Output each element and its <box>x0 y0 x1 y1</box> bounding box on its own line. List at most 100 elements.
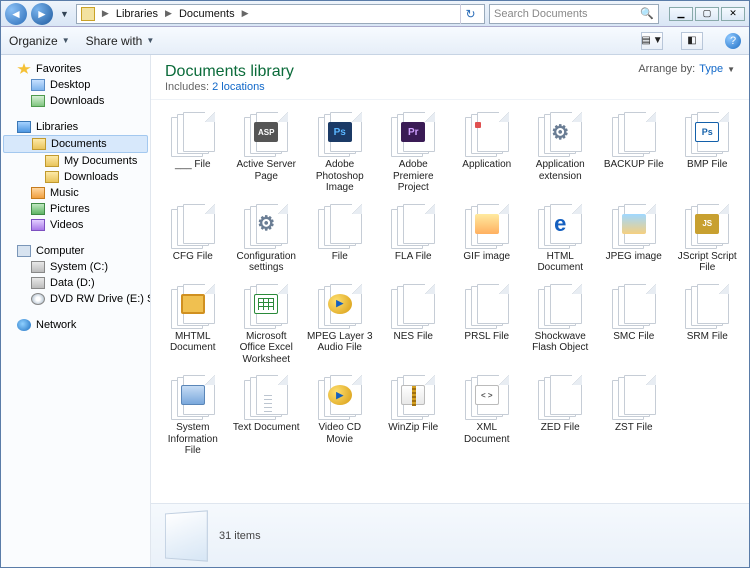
file-icon <box>685 284 729 328</box>
file-icon <box>244 284 288 328</box>
file-label: JScript Script File <box>673 251 741 274</box>
breadcrumb-documents[interactable]: Documents <box>179 8 235 20</box>
nav-libraries[interactable]: Libraries <box>3 119 148 135</box>
file-item[interactable]: Video CD Movie <box>304 373 376 459</box>
file-icon <box>612 284 656 328</box>
nav-downloads[interactable]: Downloads <box>3 93 148 109</box>
nav-desktop[interactable]: Desktop <box>3 77 148 93</box>
refresh-button[interactable]: ↻ <box>460 4 480 24</box>
nav-lib-downloads[interactable]: Downloads <box>3 169 148 185</box>
file-item[interactable]: NES File <box>378 282 450 368</box>
nav-favorites[interactable]: Favorites <box>3 61 148 77</box>
file-item[interactable]: File <box>304 202 376 276</box>
mht-badge-icon <box>181 294 205 314</box>
file-item[interactable]: CFG File <box>157 202 229 276</box>
nav-documents[interactable]: Documents <box>3 135 148 153</box>
history-dropdown[interactable]: ▼ <box>57 9 72 19</box>
file-item[interactable]: MPEG Layer 3 Audio File <box>304 282 376 368</box>
file-label: ZST File <box>615 422 653 434</box>
search-icon: 🔍 <box>640 7 654 20</box>
nav-pictures[interactable]: Pictures <box>3 201 148 217</box>
file-item[interactable]: Shockwave Flash Object <box>525 282 597 368</box>
command-bar: Organize▼ Share with▼ ▤ ▼ ◧ ? <box>1 27 749 55</box>
file-item[interactable]: ZED File <box>525 373 597 459</box>
includes-link[interactable]: 2 locations <box>212 81 265 93</box>
nav-drive-e[interactable]: DVD RW Drive (E:) Sof <box>3 291 148 307</box>
address-bar[interactable]: ▶ Libraries ▶ Documents ▶ ↻ <box>76 4 485 24</box>
breadcrumb-libraries[interactable]: Libraries <box>116 8 158 20</box>
preview-pane-button[interactable]: ◧ <box>681 32 703 50</box>
share-with-menu[interactable]: Share with▼ <box>86 34 155 48</box>
arrange-by[interactable]: Arrange by: Type ▼ <box>638 63 735 75</box>
file-item[interactable]: JSJScript Script File <box>672 202 744 276</box>
file-item[interactable]: System Information File <box>157 373 229 459</box>
chevron-icon[interactable]: ▶ <box>99 8 112 19</box>
search-box[interactable]: Search Documents 🔍 <box>489 4 659 24</box>
file-item[interactable]: ⚙Configuration settings <box>231 202 303 276</box>
chevron-icon[interactable]: ▶ <box>239 8 252 19</box>
close-button[interactable]: ✕ <box>721 7 745 21</box>
file-item[interactable]: PsBMP File <box>672 110 744 196</box>
change-view-button[interactable]: ▤ ▼ <box>641 32 663 50</box>
nav-music[interactable]: Music <box>3 185 148 201</box>
nav-videos[interactable]: Videos <box>3 217 148 233</box>
search-placeholder: Search Documents <box>494 8 588 20</box>
file-item[interactable]: ⚙Application extension <box>525 110 597 196</box>
file-item[interactable]: PRSL File <box>451 282 523 368</box>
file-label: Application <box>462 159 511 171</box>
file-item[interactable]: Text Document <box>231 373 303 459</box>
file-label: GIF image <box>463 251 510 263</box>
files-grid: ___ File ASPActive Server PagePsAdobe Pho… <box>151 100 749 503</box>
file-label: JPEG image <box>606 251 662 263</box>
file-item[interactable]: eHTML Document <box>525 202 597 276</box>
maximize-button[interactable]: ▢ <box>695 7 719 21</box>
pr-badge-icon: Pr <box>401 122 425 142</box>
file-item[interactable]: WinZip File <box>378 373 450 459</box>
file-icon: ⚙ <box>538 112 582 156</box>
back-button[interactable]: ◄ <box>5 3 27 25</box>
content-pane: Documents library Includes: 2 locations … <box>151 55 749 567</box>
file-label: ___ File <box>175 159 211 171</box>
file-item[interactable]: < >XML Document <box>451 373 523 459</box>
organize-menu[interactable]: Organize▼ <box>9 34 70 48</box>
file-label: NES File <box>394 331 433 343</box>
file-icon: Ps <box>685 112 729 156</box>
nav-my-documents[interactable]: My Documents <box>3 153 148 169</box>
file-item[interactable]: PsAdobe Photoshop Image <box>304 110 376 196</box>
file-item[interactable]: PrAdobe Premiere Project <box>378 110 450 196</box>
file-item[interactable]: Microsoft Office Excel Worksheet <box>231 282 303 368</box>
help-button[interactable]: ? <box>725 33 741 49</box>
drive-icon <box>31 277 45 289</box>
file-item[interactable]: ___ File <box>157 110 229 196</box>
file-label: MHTML Document <box>159 331 227 354</box>
file-item[interactable]: ASPActive Server Page <box>231 110 303 196</box>
file-item[interactable]: MHTML Document <box>157 282 229 368</box>
file-item[interactable]: SRM File <box>672 282 744 368</box>
file-icon <box>318 375 362 419</box>
file-label: ZED File <box>541 422 580 434</box>
html-badge-icon: e <box>548 214 572 234</box>
arrange-value[interactable]: Type <box>699 63 723 75</box>
nav-network[interactable]: Network <box>3 317 148 333</box>
forward-button[interactable]: ► <box>31 3 53 25</box>
minimize-button[interactable]: ▁ <box>669 7 693 21</box>
nav-drive-d[interactable]: Data (D:) <box>3 275 148 291</box>
file-icon <box>171 112 215 156</box>
nav-drive-c[interactable]: System (C:) <box>3 259 148 275</box>
file-item[interactable]: SMC File <box>598 282 670 368</box>
file-icon: Pr <box>391 112 435 156</box>
txt-badge-icon <box>254 385 278 405</box>
file-item[interactable]: BACKUP File <box>598 110 670 196</box>
chevron-down-icon: ▼ <box>727 65 735 74</box>
file-icon <box>612 112 656 156</box>
file-item[interactable]: FLA File <box>378 202 450 276</box>
file-label: XML Document <box>453 422 521 445</box>
file-item[interactable]: JPEG image <box>598 202 670 276</box>
navigation-pane: Favorites Desktop Downloads Libraries Do… <box>1 55 151 567</box>
nav-computer[interactable]: Computer <box>3 243 148 259</box>
file-item[interactable]: ZST File <box>598 373 670 459</box>
file-item[interactable]: GIF image <box>451 202 523 276</box>
folder-icon <box>81 7 95 21</box>
chevron-icon[interactable]: ▶ <box>162 8 175 19</box>
file-item[interactable]: Application <box>451 110 523 196</box>
